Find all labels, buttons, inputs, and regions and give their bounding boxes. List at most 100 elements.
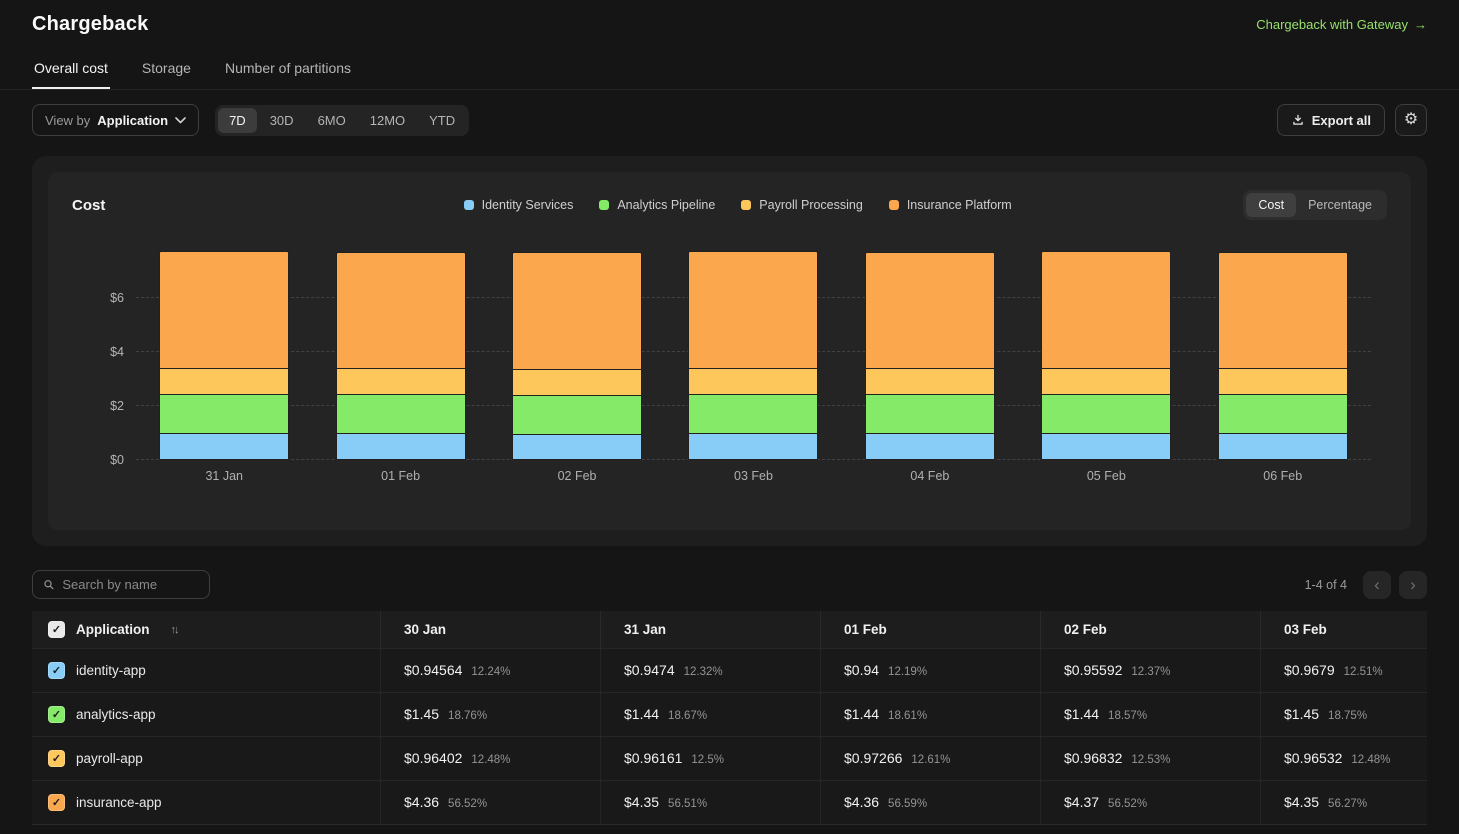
chevron-right-icon: › <box>1410 575 1416 595</box>
bar-segment-identity-services[interactable] <box>159 434 289 460</box>
bar-02-feb: 02 Feb <box>512 252 642 460</box>
x-axis-label-02-feb: 02 Feb <box>558 469 597 483</box>
bar-segment-identity-services[interactable] <box>512 435 642 460</box>
bar-segment-analytics-pipeline[interactable] <box>1041 395 1171 434</box>
row-checkbox-analytics-app[interactable]: ✓ <box>48 706 65 723</box>
cost-cell: $1.4518.76% <box>380 693 600 736</box>
cost-cell: $0.9559212.37% <box>1040 649 1260 692</box>
search-box[interactable] <box>32 570 210 599</box>
select-all-checkbox[interactable]: ✓ <box>48 621 65 638</box>
bar-segment-payroll-processing[interactable] <box>1041 369 1171 395</box>
chart-panel: Cost Identity Services Analytics Pipeline… <box>32 156 1427 546</box>
table-row-identity-app: ✓identity-app$0.9456412.24%$0.947412.32%… <box>32 648 1427 692</box>
bar-segment-insurance-platform[interactable] <box>1218 252 1348 369</box>
bar-segment-payroll-processing[interactable] <box>336 369 466 395</box>
cost-value: $1.45 <box>404 706 439 722</box>
y-axis-tick-6: $6 <box>76 291 124 305</box>
cost-value: $0.95592 <box>1064 662 1122 678</box>
percentage-value: 18.57% <box>1108 710 1147 722</box>
search-icon <box>43 578 54 591</box>
percentage-value: 12.53% <box>1131 754 1170 766</box>
row-checkbox-insurance-app[interactable]: ✓ <box>48 794 65 811</box>
bar-segment-identity-services[interactable] <box>688 434 818 460</box>
bar-segment-payroll-processing[interactable] <box>1218 369 1348 395</box>
view-by-dropdown[interactable]: View by Application <box>32 104 199 136</box>
cost-cell: $4.35 56.27% <box>1260 781 1427 824</box>
bar-segment-identity-services[interactable] <box>1218 434 1348 460</box>
toggle-percentage[interactable]: Percentage <box>1296 193 1384 217</box>
legend-item-analytics-pipeline[interactable]: Analytics Pipeline <box>599 198 715 212</box>
range-button-7d[interactable]: 7D <box>218 108 257 133</box>
bar-segment-insurance-platform[interactable] <box>159 251 289 369</box>
bars-row: 31 Jan01 Feb02 Feb03 Feb04 Feb05 Feb06 F… <box>136 234 1371 460</box>
legend-item-identity-services[interactable]: Identity Services <box>464 198 574 212</box>
bar-segment-insurance-platform[interactable] <box>688 251 818 369</box>
cost-cell: $0.9412.19% <box>820 649 1040 692</box>
percentage-value: 12.51% <box>1344 666 1383 678</box>
search-input[interactable] <box>62 577 199 592</box>
bar-segment-payroll-processing[interactable] <box>159 369 289 395</box>
bar-segment-analytics-pipeline[interactable] <box>512 396 642 435</box>
bar-segment-payroll-processing[interactable] <box>688 369 818 395</box>
legend-item-insurance-platform[interactable]: Insurance Platform <box>889 198 1012 212</box>
bar-segment-analytics-pipeline[interactable] <box>159 395 289 434</box>
percentage-value: 56.52% <box>448 798 487 810</box>
bar-segment-insurance-platform[interactable] <box>1041 251 1171 369</box>
x-axis-label-03-feb: 03 Feb <box>734 469 773 483</box>
bar-segment-insurance-platform[interactable] <box>512 252 642 370</box>
bar-segment-identity-services[interactable] <box>1041 434 1171 460</box>
percentage-value: 56.27% <box>1328 798 1367 810</box>
sort-icon[interactable]: ↑↓ <box>171 624 178 636</box>
gateway-link[interactable]: Chargeback with Gateway → <box>1256 17 1427 32</box>
download-icon <box>1291 113 1305 127</box>
column-header-label: Application <box>76 622 150 637</box>
table-row-analytics-app: ✓analytics-app$1.4518.76%$1.4418.67% $1.4… <box>32 692 1427 736</box>
percentage-value: 18.75% <box>1328 710 1367 722</box>
column-header-31-jan: 31 Jan <box>600 611 820 648</box>
bar-segment-identity-services[interactable] <box>865 434 995 460</box>
cost-cell: $0.9616112.5% <box>600 737 820 780</box>
bar-segment-analytics-pipeline[interactable] <box>336 395 466 434</box>
application-cell-identity-app: ✓identity-app <box>32 649 380 692</box>
application-cell-analytics-app: ✓analytics-app <box>32 693 380 736</box>
range-button-6mo[interactable]: 6MO <box>307 108 357 133</box>
row-checkbox-identity-app[interactable]: ✓ <box>48 662 65 679</box>
tab-storage[interactable]: Storage <box>140 52 193 89</box>
settings-button[interactable]: ⚙ <box>1395 104 1427 136</box>
row-checkbox-payroll-app[interactable]: ✓ <box>48 750 65 767</box>
bar-segment-insurance-platform[interactable] <box>865 252 995 369</box>
cost-cell: $1.4418.67% <box>600 693 820 736</box>
range-button-12mo[interactable]: 12MO <box>359 108 416 133</box>
percentage-value: 12.48% <box>1351 754 1390 766</box>
range-button-30d[interactable]: 30D <box>259 108 305 133</box>
chart-card: Cost Identity Services Analytics Pipeline… <box>48 172 1411 530</box>
toggle-cost[interactable]: Cost <box>1246 193 1296 217</box>
bar-segment-analytics-pipeline[interactable] <box>688 395 818 434</box>
percentage-value: 12.19% <box>888 666 927 678</box>
x-axis-label-06-feb: 06 Feb <box>1263 469 1302 483</box>
cost-cell: $1.4518.75% <box>1260 693 1427 736</box>
tab-number-of-partitions[interactable]: Number of partitions <box>223 52 353 89</box>
gateway-link-label: Chargeback with Gateway <box>1256 17 1408 32</box>
bar-segment-analytics-pipeline[interactable] <box>865 395 995 434</box>
range-button-ytd[interactable]: YTD <box>418 108 466 133</box>
chevron-left-icon: ‹ <box>1374 575 1380 595</box>
tab-overall-cost[interactable]: Overall cost <box>32 52 110 89</box>
percentage-value: 56.59% <box>888 798 927 810</box>
bar-segment-payroll-processing[interactable] <box>865 369 995 395</box>
percentage-value: 18.61% <box>888 710 927 722</box>
cost-value: $0.94564 <box>404 662 462 678</box>
export-all-button[interactable]: Export all <box>1277 104 1385 136</box>
prev-page-button[interactable]: ‹ <box>1363 571 1391 599</box>
cost-value: $4.36 <box>844 794 879 810</box>
bar-segment-insurance-platform[interactable] <box>336 252 466 369</box>
bar-segment-payroll-processing[interactable] <box>512 370 642 396</box>
application-name: payroll-app <box>76 751 143 766</box>
legend-item-payroll-processing[interactable]: Payroll Processing <box>741 198 863 212</box>
bar-segment-identity-services[interactable] <box>336 434 466 460</box>
next-page-button[interactable]: › <box>1399 571 1427 599</box>
tabs: Overall cost Storage Number of partitions <box>0 52 1459 90</box>
cost-value: $0.97266 <box>844 750 902 766</box>
cost-value: $4.35 <box>1284 794 1319 810</box>
bar-segment-analytics-pipeline[interactable] <box>1218 395 1348 434</box>
